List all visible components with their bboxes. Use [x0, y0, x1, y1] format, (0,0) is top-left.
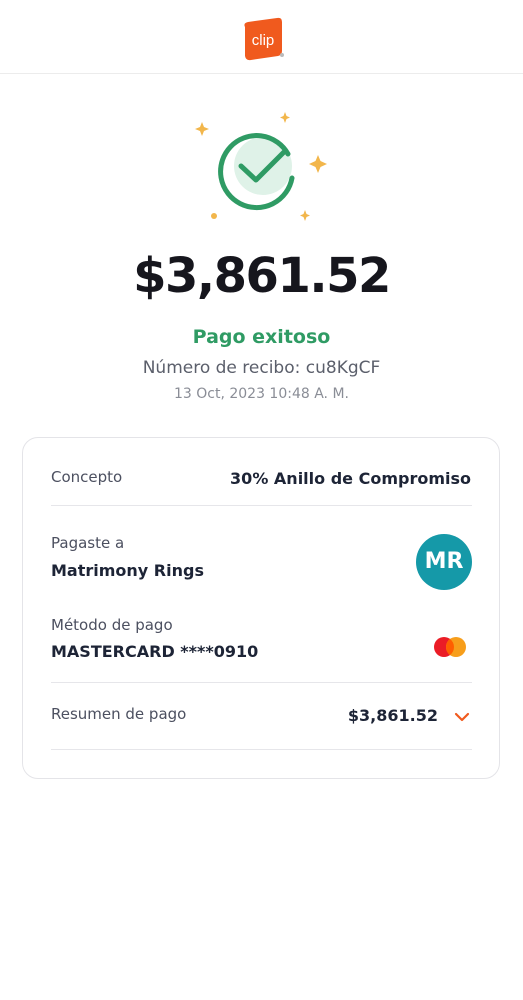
concept-value: 30% Anillo de Compromiso	[230, 469, 471, 488]
logo-text: clip	[252, 32, 275, 49]
clip-logo: clip	[244, 17, 284, 61]
payment-details-card: Concepto 30% Anillo de Compromiso Pagast…	[22, 437, 500, 779]
sparkle-icon	[280, 112, 290, 123]
app-header: clip	[0, 0, 523, 74]
summary-amount: $3,861.52	[347, 706, 438, 725]
divider	[51, 682, 472, 683]
sparkle-icon	[300, 210, 310, 221]
concept-label: Concepto	[51, 468, 123, 486]
success-illustration	[195, 112, 327, 221]
payment-status: Pago exitoso	[192, 326, 331, 348]
divider	[51, 505, 472, 506]
chevron-down-icon[interactable]	[453, 710, 471, 724]
payment-amount: $3,861.52	[133, 248, 391, 304]
summary-label[interactable]: Resumen de pago	[51, 705, 186, 723]
paid-to-value: Matrimony Rings	[51, 561, 204, 580]
divider	[51, 749, 472, 750]
sparkle-icon	[309, 155, 327, 173]
payment-datetime: 13 Oct, 2023 10:48 A. M.	[173, 386, 349, 402]
sparkle-icon	[195, 122, 209, 136]
payment-method-label: Método de pago	[51, 616, 173, 634]
mastercard-icon	[434, 637, 466, 657]
sparkle-dot	[211, 213, 217, 219]
paid-to-label: Pagaste a	[51, 534, 125, 552]
check-circle-icon	[218, 133, 295, 211]
receipt-number: Número de recibo: cu8KgCF	[142, 358, 381, 378]
merchant-avatar: MR	[416, 534, 472, 590]
payment-method-value: MASTERCARD ****0910	[51, 642, 259, 661]
